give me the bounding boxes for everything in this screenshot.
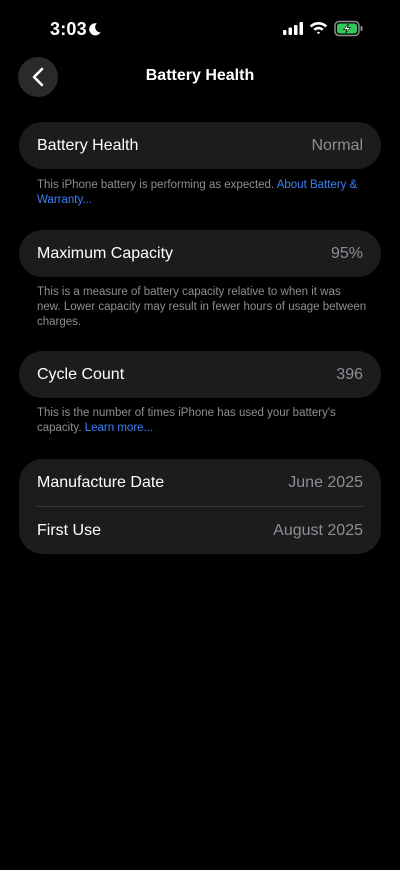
- maximum-capacity-card: Maximum Capacity 95%: [19, 230, 381, 277]
- manufacture-date-value: June 2025: [288, 473, 363, 491]
- battery-health-card[interactable]: Battery Health Normal: [19, 122, 381, 169]
- maximum-capacity-label: Maximum Capacity: [37, 244, 174, 262]
- cycle-count-label: Cycle Count: [37, 365, 125, 383]
- learn-more-link[interactable]: Learn more...: [85, 422, 153, 434]
- first-use-label: First Use: [37, 521, 101, 539]
- cycle-count-footnote-text: This is the number of times iPhone has u…: [37, 407, 336, 434]
- cellular-signal-icon: [283, 21, 303, 36]
- status-bar: 3:03: [0, 0, 400, 54]
- cycle-count-footnote: This is the number of times iPhone has u…: [37, 406, 367, 436]
- wifi-icon: [309, 20, 328, 36]
- battery-health-label: Battery Health: [37, 136, 139, 154]
- page-title: Battery Health: [145, 67, 255, 84]
- first-use-value: August 2025: [273, 521, 363, 539]
- battery-health-footnote: This iPhone battery is performing as exp…: [37, 178, 367, 208]
- battery-health-footnote-text: This iPhone battery is performing as exp…: [37, 179, 277, 191]
- maximum-capacity-footnote: This is a measure of battery capacity re…: [37, 286, 367, 328]
- manufacture-date-label: Manufacture Date: [37, 473, 165, 491]
- status-time: 3:03: [50, 19, 87, 39]
- battery-health-value: Normal: [311, 136, 363, 154]
- dates-card: Manufacture Date June 2025 First Use Aug…: [19, 459, 381, 554]
- maximum-capacity-value: 95%: [330, 244, 363, 262]
- moon-icon: [87, 22, 102, 37]
- cycle-count-value: 396: [336, 365, 363, 383]
- battery-charging-icon: [334, 20, 364, 37]
- cycle-count-card: Cycle Count 396: [19, 351, 381, 398]
